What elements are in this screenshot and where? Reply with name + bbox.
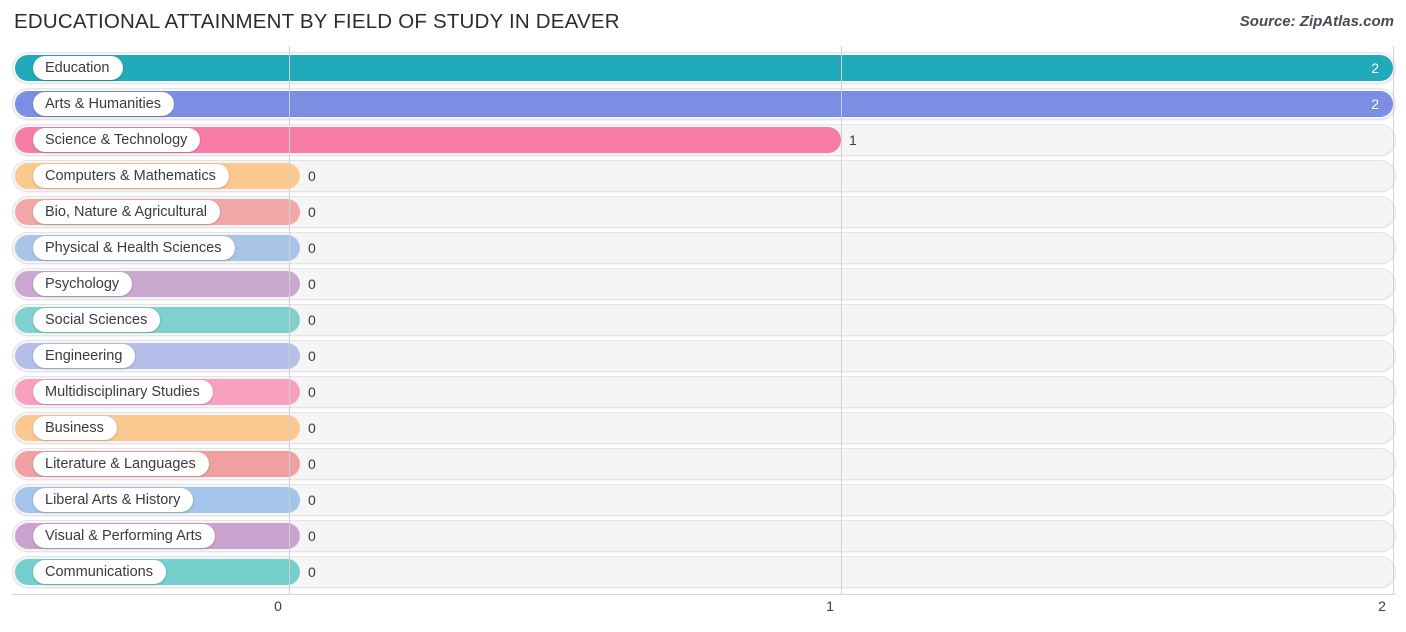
chart-row[interactable]: 0 Multidisciplinary Studies	[12, 376, 1396, 408]
x-tick-label: 1	[826, 598, 834, 614]
axis-line	[12, 594, 1396, 595]
chart-row[interactable]: 0 Bio, Nature & Agricultural	[12, 196, 1396, 228]
bar-value-label: 0	[308, 240, 316, 256]
category-label[interactable]: Science & Technology	[33, 128, 201, 152]
chart-row[interactable]: 0 Computers & Mathematics	[12, 160, 1396, 192]
bar-value-label: 0	[308, 312, 316, 328]
category-label[interactable]: Arts & Humanities	[33, 92, 175, 116]
bar-value-label: 0	[308, 384, 316, 400]
bar-value-label: 0	[308, 420, 316, 436]
bar-arts-humanities[interactable]: 2	[15, 91, 1393, 117]
chart-row[interactable]: 0 Business	[12, 412, 1396, 444]
category-label[interactable]: Communications	[33, 560, 166, 584]
x-tick-label: 2	[1378, 598, 1386, 614]
chart-row[interactable]: 0 Physical & Health Sciences	[12, 232, 1396, 264]
bar-value-label: 0	[308, 348, 316, 364]
bar-value-label: 0	[308, 528, 316, 544]
category-label[interactable]: Visual & Performing Arts	[33, 524, 215, 548]
chart-row[interactable]: 2 Education	[12, 52, 1396, 84]
chart-row[interactable]: 0 Communications	[12, 556, 1396, 588]
category-label[interactable]: Physical & Health Sciences	[33, 236, 235, 260]
category-label[interactable]: Literature & Languages	[33, 452, 209, 476]
bar-value-label: 0	[308, 492, 316, 508]
chart-row[interactable]: 2 Arts & Humanities	[12, 88, 1396, 120]
x-tick-label: 0	[274, 598, 282, 614]
bar-value-label: 0	[308, 564, 316, 580]
category-label[interactable]: Multidisciplinary Studies	[33, 380, 213, 404]
category-label[interactable]: Social Sciences	[33, 308, 161, 332]
chart-plot-area: 2 Education 2 Arts & Humanities 1 Science & T…	[0, 46, 1406, 594]
chart-header: EDUCATIONAL ATTAINMENT BY FIELD OF STUDY…	[0, 0, 1406, 46]
category-label[interactable]: Education	[33, 56, 123, 80]
category-label[interactable]: Computers & Mathematics	[33, 164, 229, 188]
chart-row[interactable]: 1 Science & Technology	[12, 124, 1396, 156]
chart-row[interactable]: 0 Liberal Arts & History	[12, 484, 1396, 516]
bar-value-label: 0	[308, 276, 316, 292]
chart-row[interactable]: 0 Visual & Performing Arts	[12, 520, 1396, 552]
category-label[interactable]: Psychology	[33, 272, 133, 296]
bar-value-label: 2	[1371, 96, 1379, 112]
page-title: EDUCATIONAL ATTAINMENT BY FIELD OF STUDY…	[14, 10, 620, 33]
chart-row[interactable]: 0 Social Sciences	[12, 304, 1396, 336]
bar-value-label: 1	[849, 132, 857, 148]
source-attribution: Source: ZipAtlas.com	[1239, 13, 1394, 30]
chart-row[interactable]: 0 Psychology	[12, 268, 1396, 300]
bar-value-label: 0	[308, 168, 316, 184]
category-label[interactable]: Engineering	[33, 344, 136, 368]
gridline-0	[289, 46, 290, 594]
chart-row[interactable]: 0 Engineering	[12, 340, 1396, 372]
bar-value-label: 2	[1371, 60, 1379, 76]
category-label[interactable]: Business	[33, 416, 117, 440]
category-label[interactable]: Bio, Nature & Agricultural	[33, 200, 220, 224]
chart-row[interactable]: 0 Literature & Languages	[12, 448, 1396, 480]
bar-value-label: 0	[308, 456, 316, 472]
gridline-1	[841, 46, 842, 594]
x-axis: 0 1 2	[0, 594, 1406, 632]
bar-value-label: 0	[308, 204, 316, 220]
gridline-2	[1393, 46, 1394, 594]
category-label[interactable]: Liberal Arts & History	[33, 488, 194, 512]
bar-education[interactable]: 2	[15, 55, 1393, 81]
